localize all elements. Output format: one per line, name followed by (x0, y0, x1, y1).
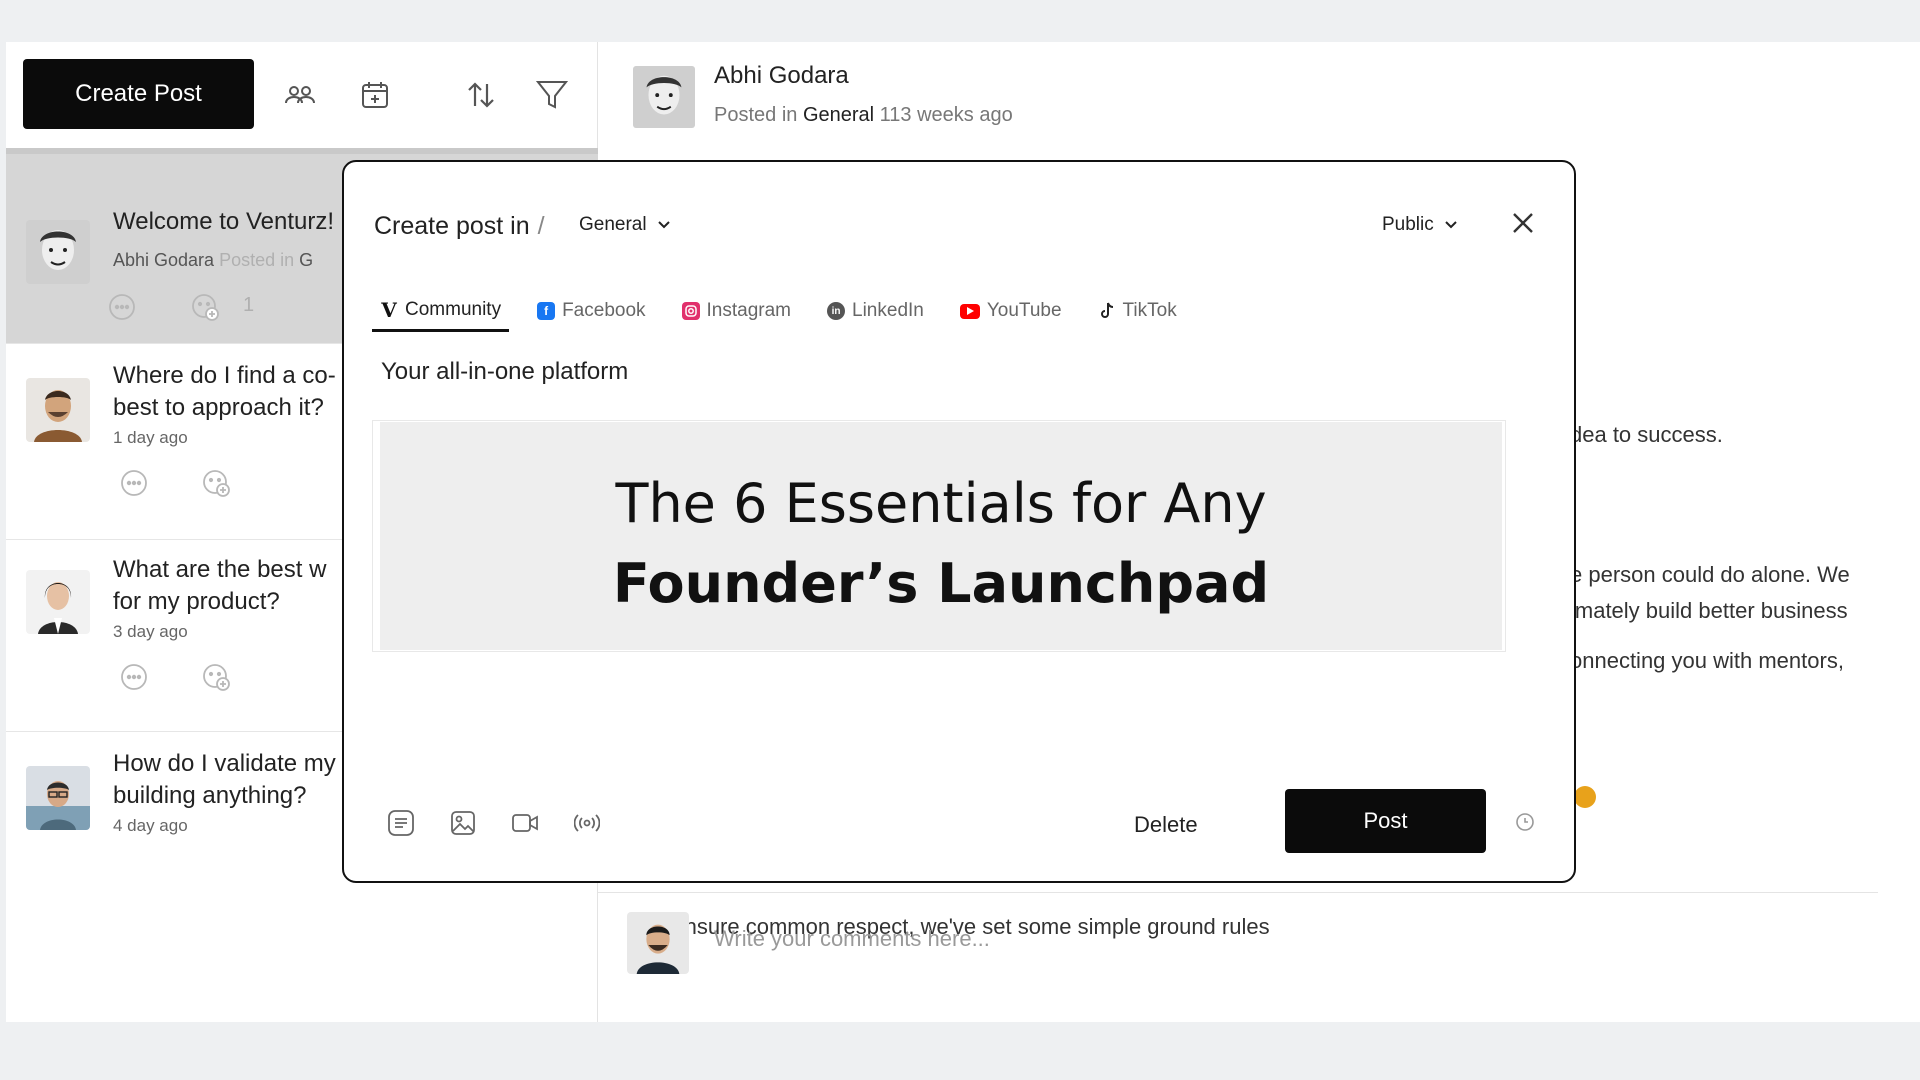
avatar (26, 378, 90, 442)
post-meta: Abhi Godara Posted in G (113, 250, 313, 271)
posted-in-label: Posted in (219, 250, 295, 270)
current-user-avatar (627, 912, 689, 974)
chevron-down-icon (1445, 221, 1457, 229)
dialog-title-text: Create post in (374, 212, 530, 240)
delete-button[interactable]: Delete (1124, 808, 1208, 842)
reaction-count: 1 (243, 294, 255, 316)
reaction-icon[interactable] (201, 662, 231, 692)
live-broadcast-icon[interactable] (572, 808, 602, 838)
tab-youtube[interactable]: YouTube (952, 290, 1070, 332)
posted-in-label: Posted in (714, 104, 798, 126)
reaction-icon[interactable] (201, 468, 231, 498)
chevron-down-icon (657, 221, 670, 229)
post-meta: Posted in General 113 weeks ago (714, 104, 1013, 127)
post-age: 113 weeks ago (879, 104, 1013, 126)
avatar (26, 766, 90, 830)
tab-label: LinkedIn (852, 300, 924, 321)
divider (598, 892, 1878, 893)
list-toolbar: Create Post (6, 42, 598, 148)
comment-icon[interactable] (119, 468, 149, 498)
post-time: 4 day ago (113, 816, 188, 835)
category-select[interactable]: General (579, 214, 671, 236)
tab-label: TikTok (1122, 300, 1177, 321)
comment-input[interactable] (714, 926, 1414, 952)
preview-headline-line2: Founder’s Launchpad (612, 552, 1270, 615)
author-name[interactable]: Abhi Godara (714, 62, 849, 90)
members-icon[interactable] (281, 76, 319, 114)
preview-headline-line1: The 6 Essentials for Any (615, 472, 1267, 535)
venturz-v-icon: V (381, 297, 397, 322)
facebook-icon: f (537, 302, 556, 320)
video-icon[interactable] (510, 808, 540, 838)
tab-label: Facebook (562, 300, 646, 321)
calendar-add-icon[interactable] (356, 76, 394, 114)
youtube-icon (959, 303, 980, 319)
close-button[interactable] (1506, 206, 1540, 240)
tab-community[interactable]: V Community (372, 290, 510, 332)
tab-label: Community (405, 298, 502, 320)
breadcrumb-separator: / (537, 212, 545, 240)
post-body-fragment: dea to success. (1570, 422, 1723, 447)
post-category[interactable]: General (803, 104, 874, 126)
comment-icon[interactable] (107, 292, 137, 322)
author-avatar (633, 66, 695, 128)
visibility-select[interactable]: Public (1382, 214, 1458, 236)
visibility-select-value: Public (1382, 214, 1434, 235)
create-post-dialog: Create post in / General Public V Communi… (342, 160, 1576, 883)
post-body-input[interactable]: Your all-in-one platform (381, 358, 628, 386)
tab-label: Instagram (706, 300, 792, 321)
create-post-button[interactable]: Create Post (23, 59, 254, 129)
instagram-icon (681, 302, 700, 320)
link-preview[interactable]: The 6 Essentials for Any Founder’s Launc… (372, 420, 1506, 652)
comment-icon[interactable] (119, 662, 149, 692)
post-category: G (299, 250, 314, 270)
post-button[interactable]: Post (1285, 789, 1486, 853)
image-icon[interactable] (448, 808, 478, 838)
dialog-title: Create post in / (374, 212, 553, 241)
tab-facebook[interactable]: f Facebook (529, 290, 653, 332)
tab-tiktok[interactable]: TikTok (1090, 290, 1185, 332)
emoji-icon (1574, 786, 1596, 808)
tab-linkedin[interactable]: in LinkedIn (819, 290, 932, 332)
avatar (26, 570, 90, 634)
tab-instagram[interactable]: Instagram (674, 290, 799, 332)
category-select-value: General (579, 214, 647, 235)
schedule-clock-icon[interactable] (1514, 811, 1536, 833)
post-time: 3 day ago (113, 622, 188, 641)
tiktok-icon (1098, 302, 1116, 320)
linkedin-icon: in (827, 302, 846, 320)
filter-icon[interactable] (533, 76, 571, 114)
post-body-fragment: imately build better business (1570, 598, 1848, 623)
post-time: 1 day ago (113, 428, 188, 447)
preview-image: The 6 Essentials for Any Founder’s Launc… (380, 422, 1502, 650)
reaction-icon[interactable] (190, 292, 220, 322)
sort-icon[interactable] (462, 76, 500, 114)
post-author: Abhi Godara (113, 250, 215, 270)
platform-tabs: V Community f Facebook Instagram in Link… (372, 290, 1205, 332)
text-format-icon[interactable] (386, 808, 416, 838)
post-body-fragment: onnecting you with mentors, (1570, 648, 1844, 673)
post-body-fragment: e person could do alone. We (1570, 562, 1850, 587)
close-icon (1513, 213, 1533, 233)
tab-label: YouTube (986, 300, 1062, 321)
avatar (26, 220, 90, 284)
